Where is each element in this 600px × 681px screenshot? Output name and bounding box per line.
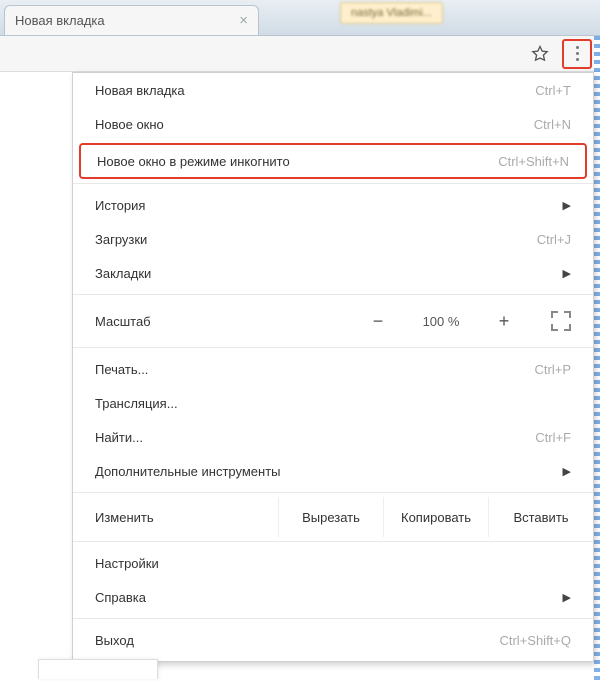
zoom-value: 100 %: [411, 314, 471, 329]
edit-cut-button[interactable]: Вырезать: [278, 497, 383, 537]
bookmark-star-icon[interactable]: [528, 42, 552, 66]
menu-label: Новая вкладка: [95, 83, 185, 98]
submenu-arrow-icon: ▶: [563, 267, 571, 280]
menu-bookmarks[interactable]: Закладки ▶: [73, 256, 593, 290]
tab-bar: Новая вкладка × nastya Vladimi...: [0, 0, 600, 36]
menu-print[interactable]: Печать... Ctrl+P: [73, 352, 593, 386]
profile-name: nastya Vladimi...: [351, 7, 432, 19]
edit-paste-button[interactable]: Вставить: [488, 497, 593, 537]
menu-label: История: [95, 198, 145, 213]
submenu-arrow-icon: ▶: [563, 199, 571, 212]
menu-shortcut: Ctrl+Shift+N: [498, 154, 569, 169]
main-menu-button[interactable]: [562, 39, 592, 69]
fullscreen-icon[interactable]: [551, 311, 571, 331]
menu-shortcut: Ctrl+T: [535, 83, 571, 98]
zoom-out-button[interactable]: −: [365, 311, 391, 332]
menu-label: Выход: [95, 633, 134, 648]
tab-close-icon[interactable]: ×: [239, 13, 248, 28]
menu-label: Настройки: [95, 556, 159, 571]
menu-more-tools[interactable]: Дополнительные инструменты ▶: [73, 454, 593, 488]
menu-settings[interactable]: Настройки: [73, 546, 593, 580]
edit-copy-button[interactable]: Копировать: [383, 497, 488, 537]
menu-label: Найти...: [95, 430, 143, 445]
menu-label: Закладки: [95, 266, 151, 281]
menu-separator: [73, 541, 593, 542]
menu-separator: [73, 183, 593, 184]
menu-label: Дополнительные инструменты: [95, 464, 281, 479]
menu-shortcut: Ctrl+Shift+Q: [499, 633, 571, 648]
menu-label: Изменить: [73, 497, 278, 537]
menu-label: Печать...: [95, 362, 148, 377]
main-menu: Новая вкладка Ctrl+T Новое окно Ctrl+N Н…: [72, 72, 594, 662]
menu-new-tab[interactable]: Новая вкладка Ctrl+T: [73, 73, 593, 107]
menu-edit-row: Изменить Вырезать Копировать Вставить: [73, 497, 593, 537]
tab-title: Новая вкладка: [15, 13, 105, 28]
menu-separator: [73, 618, 593, 619]
menu-shortcut: Ctrl+F: [535, 430, 571, 445]
menu-downloads[interactable]: Загрузки Ctrl+J: [73, 222, 593, 256]
menu-cast[interactable]: Трансляция...: [73, 386, 593, 420]
menu-label: Трансляция...: [95, 396, 178, 411]
menu-label: Загрузки: [95, 232, 147, 247]
menu-help[interactable]: Справка ▶: [73, 580, 593, 614]
submenu-arrow-icon: ▶: [563, 591, 571, 604]
browser-tab[interactable]: Новая вкладка ×: [4, 5, 259, 35]
toolbar: [0, 36, 600, 72]
menu-label: Справка: [95, 590, 146, 605]
zoom-in-button[interactable]: +: [491, 311, 517, 332]
menu-label: Новое окно в режиме инкогнито: [97, 154, 290, 169]
menu-zoom: Масштаб − 100 % +: [73, 299, 593, 343]
bottom-window-fragment: [38, 659, 158, 679]
menu-separator: [73, 347, 593, 348]
menu-exit[interactable]: Выход Ctrl+Shift+Q: [73, 623, 593, 657]
menu-separator: [73, 492, 593, 493]
submenu-arrow-icon: ▶: [563, 465, 571, 478]
menu-shortcut: Ctrl+J: [537, 232, 571, 247]
menu-incognito-window[interactable]: Новое окно в режиме инкогнито Ctrl+Shift…: [79, 143, 587, 179]
menu-separator: [73, 294, 593, 295]
menu-find[interactable]: Найти... Ctrl+F: [73, 420, 593, 454]
menu-new-window[interactable]: Новое окно Ctrl+N: [73, 107, 593, 141]
kebab-menu-icon: [576, 46, 579, 61]
profile-chip[interactable]: nastya Vladimi...: [340, 2, 443, 24]
menu-shortcut: Ctrl+P: [535, 362, 571, 377]
menu-label: Масштаб: [95, 314, 365, 329]
menu-history[interactable]: История ▶: [73, 188, 593, 222]
selection-edge-decor: [594, 36, 600, 681]
menu-label: Новое окно: [95, 117, 164, 132]
menu-shortcut: Ctrl+N: [534, 117, 571, 132]
